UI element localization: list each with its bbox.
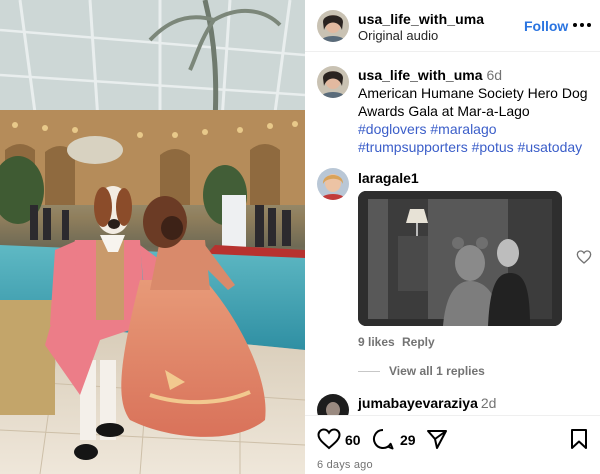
comment-reply-button[interactable]: Reply	[402, 335, 435, 349]
follow-button[interactable]: Follow	[524, 18, 568, 34]
comment-count[interactable]: 29	[400, 432, 416, 448]
more-horizontal-icon[interactable]	[573, 16, 591, 34]
bookmark-icon[interactable]	[570, 428, 588, 450]
view-replies-label: View all 1 replies	[389, 364, 485, 378]
like-count[interactable]: 60	[345, 432, 361, 448]
heart-icon[interactable]	[317, 428, 341, 450]
caption-time: 6d	[486, 67, 503, 83]
comment-time: 2d	[480, 395, 497, 411]
hashtag-trumpsupporters[interactable]: #trumpsupporters	[358, 139, 468, 155]
replies-divider-line	[358, 370, 380, 372]
gala-scene-image	[0, 0, 305, 474]
view-replies-toggle[interactable]: View all 1 replies	[358, 364, 485, 378]
caption-author-avatar[interactable]	[317, 66, 349, 98]
post-action-bar: 60 29 6 days ago	[305, 415, 600, 474]
commenter-username[interactable]: laragale1	[358, 170, 419, 186]
commenter-avatar[interactable]	[317, 168, 349, 200]
comment-like-heart-icon[interactable]	[576, 249, 592, 265]
caption-username[interactable]: usa_life_with_uma	[358, 67, 483, 83]
share-icon[interactable]	[426, 428, 448, 450]
post-detail-panel: usa_life_with_uma Original audio Follow …	[305, 0, 600, 474]
hashtag-maralago[interactable]: #maralago	[430, 121, 496, 137]
author-avatar[interactable]	[317, 10, 349, 42]
comment-likes-count[interactable]: 9 likes	[358, 335, 395, 349]
post-header: usa_life_with_uma Original audio Follow	[305, 0, 600, 52]
author-username[interactable]: usa_life_with_uma	[358, 11, 484, 27]
hashtag-potus[interactable]: #potus	[472, 139, 514, 155]
commenter-username[interactable]: jumabayevaraziya 2d	[358, 395, 496, 411]
audio-label[interactable]: Original audio	[358, 28, 438, 43]
comment-icon[interactable]	[372, 428, 394, 450]
post-media-video[interactable]	[0, 0, 305, 474]
comment-gif-image[interactable]	[358, 191, 562, 326]
post-timestamp: 6 days ago	[317, 459, 373, 471]
hashtag-usatoday[interactable]: #usatoday	[518, 139, 583, 155]
hashtag-doglovers[interactable]: #doglovers	[358, 121, 427, 137]
caption-body: American Humane Society Hero Dog Awards …	[358, 85, 588, 119]
caption-text-block: usa_life_with_uma 6d American Humane Soci…	[358, 66, 594, 156]
